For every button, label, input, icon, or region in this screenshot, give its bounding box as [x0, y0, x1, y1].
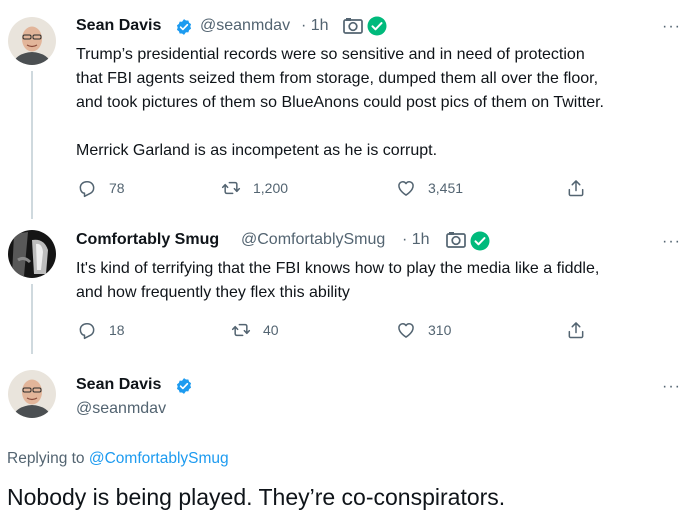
tweet-time[interactable]: · 1h: [402, 231, 430, 249]
reply-icon: [79, 181, 95, 198]
like-button[interactable]: 310: [396, 320, 451, 340]
affiliate-check-icon: [367, 16, 387, 36]
retweet-icon: [221, 181, 241, 195]
affiliate-check-icon: [470, 231, 490, 251]
main-tweet-text: Nobody is being played. They’re co-consp…: [7, 484, 506, 510]
author-handle[interactable]: @ComfortablySmug: [241, 231, 385, 249]
retweet-button[interactable]: 40: [231, 320, 279, 340]
retweet-icon: [231, 323, 251, 337]
author-name[interactable]: Sean Davis: [76, 17, 161, 35]
share-icon: [568, 322, 584, 339]
author-handle[interactable]: @seanmdav: [76, 400, 166, 418]
camera-icon: [343, 18, 363, 34]
heart-icon: [398, 323, 414, 338]
share-button[interactable]: [566, 320, 586, 340]
tweet-text-line: It's kind of terrifying that the FBI kno…: [76, 260, 600, 277]
author-name[interactable]: Comfortably Smug: [76, 231, 219, 249]
retweet-count: 1,200: [253, 180, 289, 196]
reply-count: 78: [109, 180, 125, 196]
share-icon: [568, 180, 584, 197]
more-options-button[interactable]: ···: [662, 18, 681, 36]
author-handle[interactable]: @seanmdav: [200, 17, 290, 35]
camera-icon: [446, 232, 466, 248]
tweet-time[interactable]: · 1h: [301, 17, 329, 35]
reply-icon: [79, 323, 95, 340]
thread-line: [31, 284, 33, 354]
retweet-button[interactable]: 1,200: [221, 178, 288, 198]
tweet-text-line: Trump’s presidential records were so sen…: [76, 46, 585, 63]
reply-button[interactable]: 78: [77, 178, 125, 198]
avatar-sean-davis[interactable]: [8, 17, 56, 65]
tweet-text-line: and took pictures of them so BlueAnons c…: [76, 94, 604, 111]
like-count: 310: [428, 322, 452, 338]
replying-to: Replying to @ComfortablySmug: [7, 450, 229, 468]
reply-button[interactable]: 18: [77, 320, 125, 340]
avatar-comfortably-smug[interactable]: [8, 230, 56, 278]
retweet-count: 40: [263, 322, 279, 338]
replying-to-link[interactable]: @ComfortablySmug: [89, 450, 229, 467]
more-options-button[interactable]: ···: [662, 233, 681, 251]
verified-badge-icon: [176, 19, 192, 35]
author-name[interactable]: Sean Davis: [76, 376, 161, 394]
heart-icon: [398, 181, 414, 196]
avatar-sean-davis[interactable]: [8, 370, 56, 418]
verified-badge-icon: [176, 378, 192, 394]
thread-line: [31, 71, 33, 219]
more-options-button[interactable]: ···: [662, 378, 681, 396]
tweet-text-line: that FBI agents seized them from storage…: [76, 70, 599, 87]
like-count: 3,451: [428, 180, 464, 196]
share-button[interactable]: [566, 178, 586, 198]
tweet-text-line: Merrick Garland is as incompetent as he …: [76, 142, 438, 159]
like-button[interactable]: 3,451: [396, 178, 463, 198]
reply-count: 18: [109, 322, 125, 338]
tweet-text-line: and how frequently they flex this abilit…: [76, 284, 350, 301]
replying-to-prefix: Replying to: [7, 450, 85, 467]
